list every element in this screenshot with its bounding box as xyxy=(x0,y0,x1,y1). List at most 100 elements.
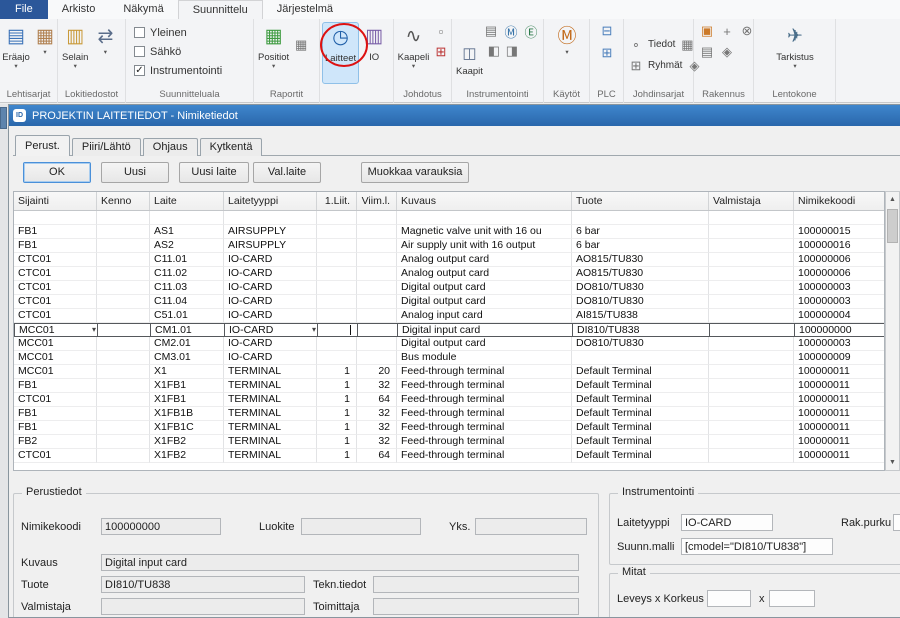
equipment-e-icon[interactable]: Ⓔ xyxy=(522,22,540,40)
kuvaus-field[interactable] xyxy=(101,554,579,571)
tab-kytkenta[interactable]: Kytkentä xyxy=(200,138,263,156)
column-header[interactable]: Laite xyxy=(150,192,224,210)
column-header[interactable]: Kuvaus xyxy=(397,192,572,210)
cable-table-icon[interactable]: ⊞ xyxy=(432,43,450,61)
tab-piiri-lahto[interactable]: Piiri/Lähtö xyxy=(72,138,141,156)
log-transfer-button[interactable]: ⇄ ▾ xyxy=(91,22,119,84)
nimikekoodi-field[interactable] xyxy=(101,518,221,535)
column-header[interactable]: Valmistaja xyxy=(709,192,794,210)
panel-right-icon[interactable]: ◨ xyxy=(503,42,521,60)
report-table-icon[interactable]: ▦ xyxy=(292,36,310,54)
room-diamond-icon[interactable]: ◈ xyxy=(718,43,736,61)
leveys-field[interactable] xyxy=(707,590,751,607)
checkbox-sähkö[interactable]: Sähkö xyxy=(134,43,181,60)
valmistaja-field[interactable] xyxy=(101,598,305,615)
wire-list-icon[interactable]: ▫ xyxy=(432,22,450,40)
rak-purku-field[interactable] xyxy=(893,514,900,531)
korkeus-field[interactable] xyxy=(769,590,815,607)
plc-import-icon[interactable]: ⊞ xyxy=(598,44,616,62)
table-row[interactable]: CTC01X1FB1TERMINAL164Feed-through termin… xyxy=(14,393,884,407)
positiot-button[interactable]: ▦ Positiot ▾ xyxy=(256,22,291,84)
scrollbar-thumb[interactable] xyxy=(887,209,898,243)
checkbox-box[interactable]: ✓ xyxy=(134,65,145,76)
table-cell xyxy=(357,253,397,267)
muokkaa-varauksia-button[interactable]: Muokkaa varauksia xyxy=(361,162,469,183)
uusi-laite-button[interactable]: Uusi laite xyxy=(179,162,249,183)
table-row[interactable] xyxy=(14,211,884,225)
table-cell: DO810/TU830 xyxy=(572,295,709,309)
column-header[interactable]: Viim.l. xyxy=(357,192,397,210)
building-box-icon[interactable]: ▣ xyxy=(698,22,716,40)
table-row[interactable]: CTC01C11.01IO-CARDAnalog output cardAO81… xyxy=(14,253,884,267)
luokite-field[interactable] xyxy=(301,518,421,535)
column-header[interactable]: Nimikekoodi xyxy=(794,192,885,210)
instrument-doc-icon[interactable]: ▤ xyxy=(482,22,500,40)
tab-ohjaus[interactable]: Ohjaus xyxy=(143,138,198,156)
sheet-series-button[interactable]: ▦ ▾ xyxy=(31,22,59,84)
table-row[interactable]: FB1AS2AIRSUPPLYAir supply unit with 16 o… xyxy=(14,239,884,253)
ok-button[interactable]: OK xyxy=(23,162,91,183)
laitetyyppi-field[interactable] xyxy=(681,514,773,531)
scroll-down-icon[interactable]: ▼ xyxy=(886,455,899,470)
ryhmat-button[interactable]: ⊞ Ryhmät ◈ xyxy=(627,56,703,75)
tarkistus-button[interactable]: ✈ Tarkistus ▾ xyxy=(774,22,815,84)
table-row[interactable]: FB2X1FB2TERMINAL132Feed-through terminal… xyxy=(14,435,884,449)
tab-perust[interactable]: Perust. xyxy=(15,135,70,156)
column-header[interactable]: Tuote xyxy=(572,192,709,210)
tab-nakyma[interactable]: Näkymä xyxy=(109,0,177,19)
kaapeli-button[interactable]: ∿ Kaapeli ▾ xyxy=(396,22,431,84)
table-row-selected[interactable]: MCC01▾CM1.01IO-CARD▾Digital input cardDI… xyxy=(14,323,884,337)
checkbox-instrumentointi[interactable]: ✓Instrumentointi xyxy=(134,62,222,79)
plc-export-icon[interactable]: ⊟ xyxy=(598,22,616,40)
table-row[interactable]: FB1AS1AIRSUPPLYMagnetic valve unit with … xyxy=(14,225,884,239)
scroll-up-icon[interactable]: ▲ xyxy=(886,192,899,207)
table-row[interactable]: MCC01X1TERMINAL120Feed-through terminalD… xyxy=(14,365,884,379)
table-row[interactable]: CTC01C11.03IO-CARDDigital output cardDO8… xyxy=(14,281,884,295)
layout-sheet-icon[interactable]: ▤ xyxy=(698,43,716,61)
tab-jarjestelma[interactable]: Järjestelmä xyxy=(263,0,347,19)
tiedot-button[interactable]: ∘ Tiedot ▦ xyxy=(627,35,696,54)
column-header[interactable]: Kenno xyxy=(97,192,150,210)
tekn-tiedot-field[interactable] xyxy=(373,576,579,593)
yks-field[interactable] xyxy=(475,518,587,535)
selain-button[interactable]: ▥ Selain ▾ xyxy=(60,22,90,84)
panel-left-icon[interactable]: ◧ xyxy=(485,42,503,60)
io-button[interactable]: ▥ IO xyxy=(360,22,388,84)
vertical-scrollbar[interactable]: ▲ ▼ xyxy=(885,191,900,471)
uusi-button[interactable]: Uusi xyxy=(101,162,169,183)
val-laite-button[interactable]: Val.laite xyxy=(253,162,321,183)
table-row[interactable]: FB1X1FB1BTERMINAL132Feed-through termina… xyxy=(14,407,884,421)
dialog-titlebar[interactable]: ID PROJEKTIN LAITETIEDOT - Nimiketiedot xyxy=(9,105,900,126)
table-row[interactable]: CTC01C11.04IO-CARDDigital output cardDO8… xyxy=(14,295,884,309)
kaapit-button[interactable]: ◫ Kaapit xyxy=(454,42,485,84)
tab-suunnittelu[interactable]: Suunnittelu xyxy=(178,0,263,19)
column-header[interactable]: Laitetyyppi xyxy=(224,192,317,210)
toimittaja-field[interactable] xyxy=(373,598,579,615)
combo-dropdown-icon[interactable]: ▾ xyxy=(92,326,96,334)
tab-file[interactable]: File xyxy=(0,0,48,19)
suunn-malli-field[interactable] xyxy=(681,538,833,555)
column-header[interactable]: Sijainti xyxy=(14,192,97,210)
table-row[interactable]: FB1X1FB1TERMINAL132Feed-through terminal… xyxy=(14,379,884,393)
checkbox-yleinen[interactable]: Yleinen xyxy=(134,24,187,41)
table-row[interactable]: CTC01X1FB2TERMINAL164Feed-through termin… xyxy=(14,449,884,463)
column-header[interactable]: 1.Liit. xyxy=(317,192,357,210)
collapsed-panel-tab[interactable] xyxy=(0,107,7,129)
table-row[interactable]: CTC01C11.02IO-CARDAnalog output cardAO81… xyxy=(14,267,884,281)
combo-dropdown-icon[interactable]: ▾ xyxy=(312,326,316,334)
eraajo-button[interactable]: ▤ Eräajo ▾ xyxy=(2,22,30,84)
checkbox-box[interactable] xyxy=(134,46,145,57)
checkbox-box[interactable] xyxy=(134,27,145,38)
table-row[interactable]: CTC01C51.01IO-CARDAnalog input cardAI815… xyxy=(14,309,884,323)
kaytot-button[interactable]: Ⓜ ▾ xyxy=(553,22,581,84)
tuote-field[interactable] xyxy=(101,576,305,593)
table-row[interactable]: MCC01CM2.01IO-CARDDigital output cardDO8… xyxy=(14,337,884,351)
table-row[interactable]: FB1X1FB1CTERMINAL132Feed-through termina… xyxy=(14,421,884,435)
table-row[interactable]: MCC01CM3.01IO-CARDBus module100000009 xyxy=(14,351,884,365)
table-cell: IO-CARD▾ xyxy=(224,323,317,337)
laitteet-button[interactable]: ◷ Laitteet xyxy=(322,22,359,84)
table-cell: IO-CARD xyxy=(224,295,317,309)
tab-arkisto[interactable]: Arkisto xyxy=(48,0,110,19)
motor-m-icon[interactable]: Ⓜ xyxy=(502,22,520,40)
add-element-icon[interactable]: + xyxy=(718,22,736,40)
